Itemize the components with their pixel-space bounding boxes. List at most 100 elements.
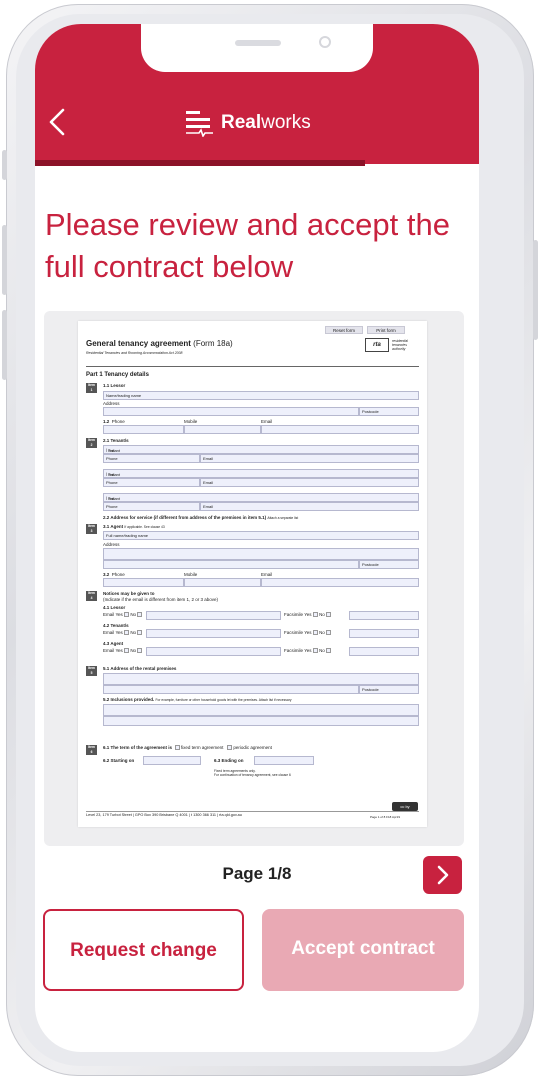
lessor-label: 1.1 Lessor: [103, 383, 126, 388]
lessor-phone-field[interactable]: [103, 425, 184, 434]
chevron-left-icon: [49, 108, 65, 136]
fixed-term-note: Fixed term agreements only. For continuat…: [214, 769, 291, 777]
item-badge: Item 1: [86, 383, 97, 393]
rental-address-label: 5.1 Address of the rental premises: [103, 666, 177, 671]
tenant1-phone-field[interactable]: Phone: [103, 454, 200, 463]
item-badge: Item 4: [86, 591, 97, 601]
lessor-name-field[interactable]: Name/trading name: [103, 391, 419, 400]
realworks-logo: Realworks: [185, 108, 311, 138]
yes-checkbox[interactable]: [124, 648, 130, 654]
mobile-label: Mobile: [184, 419, 198, 424]
agent-address-field-2[interactable]: [103, 560, 359, 569]
next-page-button[interactable]: [423, 856, 462, 894]
inclusions-label: 5.2 Inclusions provided. For example, fu…: [103, 697, 292, 702]
rta-logo-text: residential tenancies authority: [392, 339, 408, 351]
email-label: Email: [261, 419, 273, 424]
notice-agent-fax-field[interactable]: [349, 647, 419, 656]
agent-address-label: Address: [103, 542, 120, 547]
tenants-label: 2.1 Tenant/s: [103, 438, 129, 443]
notice-lessor-label: 4.1 Lessor: [103, 605, 126, 610]
no-checkbox[interactable]: [326, 648, 332, 654]
agent-mobile-field[interactable]: [184, 578, 261, 587]
yes-checkbox[interactable]: [312, 630, 318, 636]
no-checkbox[interactable]: [137, 648, 143, 654]
inclusions-field-2[interactable]: [103, 716, 419, 726]
fixed-term-checkbox[interactable]: [174, 745, 180, 751]
yes-checkbox[interactable]: [312, 648, 318, 654]
notice-agent-email-field[interactable]: [146, 647, 281, 656]
form-footer: Level 23, 179 Turbot Street | GPO Box 39…: [86, 813, 242, 817]
starting-on-label: 6.2 Starting on: [103, 758, 135, 763]
print-form-button[interactable]: Print form: [367, 326, 405, 334]
tenant2-name-field[interactable]: Tenant 2 | Full name/s: [103, 469, 419, 482]
contract-viewer[interactable]: Reset form Print form General tenancy ag…: [44, 311, 464, 846]
page-heading: Please review and accept the full contra…: [45, 207, 450, 284]
notice-tenants-label: 4.2 Tenant/s: [103, 623, 129, 628]
yes-checkbox[interactable]: [312, 612, 318, 618]
address-label: Address: [103, 401, 120, 406]
agent-email-field[interactable]: [261, 578, 419, 587]
yes-checkbox[interactable]: [124, 612, 130, 618]
phone-power-button: [533, 240, 538, 340]
notice-lessor-email-field[interactable]: [146, 611, 281, 620]
phone-volume-down-button: [2, 310, 7, 380]
service-address-label: 2.2 Address for service (if different fr…: [103, 515, 299, 520]
term-label: 6.1 The term of the agreement is fixed t…: [103, 745, 272, 751]
speaker: [235, 40, 281, 46]
agent-phone-row-label: 3.2 Phone: [103, 572, 125, 577]
tenant3-email-field[interactable]: Email: [200, 502, 419, 511]
realworks-wordmark: Realworks: [221, 112, 311, 133]
rta-logo-mark: rta: [365, 338, 389, 352]
starting-on-field[interactable]: [143, 756, 201, 765]
no-checkbox[interactable]: [326, 612, 332, 618]
creative-commons-badge: cc by: [392, 802, 418, 811]
ending-on-field[interactable]: [254, 756, 314, 765]
notice-agent-fax-row: Facsimile Yes No: [284, 648, 332, 654]
notices-note: (Indicate if the email is different from…: [103, 597, 218, 602]
no-checkbox[interactable]: [137, 612, 143, 618]
request-change-button[interactable]: Request change: [43, 909, 244, 991]
form-footer-page: Page 1 of 8 F18 Apr19: [370, 815, 401, 819]
no-checkbox[interactable]: [326, 630, 332, 636]
agent-phone-field[interactable]: [103, 578, 184, 587]
notice-tenants-fax-row: Facsimile Yes No: [284, 630, 332, 636]
divider: [86, 366, 419, 367]
yes-checkbox[interactable]: [124, 630, 130, 636]
notice-tenants-email-row: Email Yes No: [103, 630, 143, 636]
agent-email-label: Email: [261, 572, 273, 577]
notice-agent-email-row: Email Yes No: [103, 648, 143, 654]
notice-tenants-email-field[interactable]: [146, 629, 281, 638]
lessor-address-field[interactable]: [103, 407, 359, 416]
phone-row-label: 1.2 Phone: [103, 419, 125, 424]
rental-address-field[interactable]: [103, 673, 419, 685]
form-subtitle: Residential Tenancies and Rooming Accomm…: [86, 351, 183, 355]
tenant2-email-field[interactable]: Email: [200, 478, 419, 487]
lessor-email-field[interactable]: [261, 425, 419, 434]
tenant1-email-field[interactable]: Email: [200, 454, 419, 463]
lessor-postcode-field[interactable]: Postcode: [359, 407, 419, 416]
reset-form-button[interactable]: Reset form: [325, 326, 363, 334]
rental-postcode-field[interactable]: Postcode: [359, 685, 419, 694]
notice-lessor-fax-row: Facsimile Yes No: [284, 612, 332, 618]
notice-lessor-fax-field[interactable]: [349, 611, 419, 620]
realworks-logo-icon: [186, 111, 213, 137]
agent-address-field[interactable]: [103, 548, 419, 560]
agent-postcode-field[interactable]: Postcode: [359, 560, 419, 569]
tenant3-name-field[interactable]: Tenant 3 | Full name/s: [103, 493, 419, 506]
inclusions-field[interactable]: [103, 704, 419, 716]
notice-tenants-fax-field[interactable]: [349, 629, 419, 638]
back-button[interactable]: [43, 104, 73, 140]
lessor-mobile-field[interactable]: [184, 425, 261, 434]
agent-mobile-label: Mobile: [184, 572, 198, 577]
agent-label: 3.1 Agent If applicable. See clause 43: [103, 524, 165, 529]
notices-label: Notices may be given to: [103, 591, 155, 596]
no-checkbox[interactable]: [137, 630, 143, 636]
tenant3-phone-field[interactable]: Phone: [103, 502, 200, 511]
accept-contract-button[interactable]: Accept contract: [262, 909, 464, 991]
app-screen: Realworks Please review and accept the f…: [35, 24, 479, 1052]
periodic-checkbox[interactable]: [227, 745, 233, 751]
tenant1-name-field[interactable]: Tenant 1 | Full name/s: [103, 445, 419, 458]
agent-name-field[interactable]: Full name/trading name: [103, 531, 419, 540]
rental-address-field-2[interactable]: [103, 685, 359, 694]
tenant2-phone-field[interactable]: Phone: [103, 478, 200, 487]
